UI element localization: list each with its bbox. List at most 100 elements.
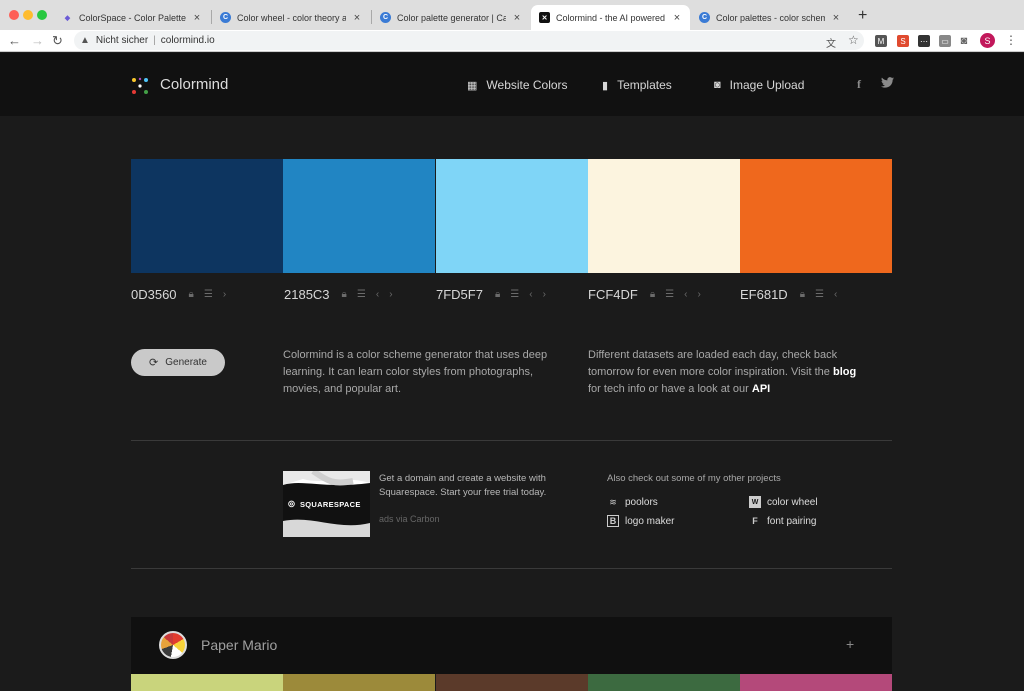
palette-swatch-5[interactable]	[740, 159, 892, 273]
swatch-controls-2: 2185C3 🔒︎ ☰ ‹ ›	[284, 285, 403, 303]
tab-close-icon[interactable]: ×	[831, 12, 841, 24]
datasets-text: Different datasets are loaded each day, …	[588, 347, 858, 398]
adjust-sliders-icon[interactable]: ☰	[815, 289, 824, 300]
adjust-sliders-icon[interactable]: ☰	[665, 289, 674, 300]
browser-tab[interactable]: C Color wheel - color theory and ×	[212, 5, 370, 30]
swatch-controls-3: 7FD5F7 🔒︎ ☰ ‹ ›	[436, 285, 556, 303]
refresh-icon: ⟳	[149, 357, 159, 369]
chevron-right-icon[interactable]: ›	[223, 289, 226, 300]
address-divider: |	[153, 35, 156, 46]
card-swatch-2[interactable]	[283, 674, 435, 691]
chevron-left-icon[interactable]: ‹	[834, 289, 837, 300]
address-bar[interactable]: ▲ Nicht sicher | colormind.io	[74, 31, 864, 50]
grid-icon: ▦	[467, 79, 478, 92]
profile-avatar[interactable]: S	[980, 33, 995, 48]
squarespace-ad-image[interactable]: ◎ SQUARESPACE	[283, 471, 370, 537]
card-swatch-3[interactable]	[436, 674, 588, 691]
browser-tab[interactable]: C Color palette generator | Canv ×	[372, 5, 530, 30]
lock-icon[interactable]: 🔒︎	[495, 289, 500, 300]
menu-kebab-icon[interactable]: ⋮	[1005, 33, 1017, 47]
hex-code[interactable]: FCF4DF	[588, 287, 638, 302]
card-swatch-1[interactable]	[131, 674, 283, 691]
chevron-left-icon[interactable]: ‹	[684, 289, 687, 300]
hex-code[interactable]: 2185C3	[284, 287, 330, 302]
nav-label: Website Colors	[486, 78, 568, 92]
nav-website-colors[interactable]: ▦ Website Colors	[467, 78, 568, 92]
chevron-right-icon[interactable]: ›	[389, 289, 392, 300]
warning-icon: ▲	[80, 35, 90, 46]
ad-text[interactable]: Get a domain and create a website with S…	[379, 472, 559, 500]
lock-icon[interactable]: 🔒︎	[342, 289, 347, 300]
project-font-pairing-link[interactable]: F font pairing	[749, 515, 816, 527]
tab-title: Color wheel - color theory and	[237, 12, 346, 23]
generate-button[interactable]: ⟳ Generate	[131, 349, 225, 376]
tab-close-icon[interactable]: ×	[512, 12, 522, 24]
adjust-sliders-icon[interactable]: ☰	[357, 289, 366, 300]
extension-monitor-icon[interactable]: ▭	[939, 35, 951, 47]
chevron-left-icon[interactable]: ‹	[529, 289, 532, 300]
facebook-icon[interactable]: f	[857, 77, 861, 92]
extension-dots-icon[interactable]: ⋯	[918, 35, 930, 47]
colormind-logo-icon[interactable]	[130, 76, 150, 96]
hex-code[interactable]: EF681D	[740, 287, 788, 302]
tab-close-icon[interactable]: ×	[192, 12, 202, 24]
project-label: color wheel	[767, 496, 818, 508]
card-swatch-4[interactable]	[588, 674, 740, 691]
browser-tab[interactable]: C Color palettes - color scheme ×	[691, 5, 849, 30]
browser-tab[interactable]: ◆ ColorSpace - Color Palettes Ge ×	[54, 5, 210, 30]
lock-icon[interactable]: 🔒︎	[800, 289, 805, 300]
browser-tab-active[interactable]: ✕ Colormind - the AI powered co ×	[531, 5, 690, 30]
project-label: poolors	[625, 496, 658, 508]
font-icon: F	[752, 516, 758, 526]
nav-image-upload[interactable]: ◙ Image Upload	[714, 78, 804, 92]
card-swatch-5[interactable]	[740, 674, 892, 691]
new-tab-button[interactable]: +	[858, 7, 867, 25]
puzzle-extensions-icon[interactable]	[960, 35, 972, 47]
reload-icon[interactable]: ↻	[52, 33, 63, 49]
projects-heading: Also check out some of my other projects	[607, 473, 781, 484]
window-zoom-button[interactable]	[37, 10, 47, 20]
logo-text[interactable]: Colormind	[160, 76, 228, 93]
project-color-wheel-link[interactable]: W color wheel	[749, 496, 818, 508]
stack-icon: ≋	[609, 496, 617, 507]
ads-via-carbon-link[interactable]: ads via Carbon	[379, 514, 440, 524]
palette-swatch-2[interactable]	[283, 159, 435, 273]
forward-arrow-icon[interactable]: →	[31, 33, 44, 48]
palette-card-title[interactable]: Paper Mario	[201, 637, 277, 653]
window-minimize-button[interactable]	[23, 10, 33, 20]
project-poolors-link[interactable]: ≋ poolors	[607, 496, 658, 508]
palette-swatch-3[interactable]	[436, 159, 588, 273]
nav-templates[interactable]: ▮ Templates	[602, 78, 672, 92]
blog-link[interactable]: blog	[833, 366, 856, 378]
tab-title: Colormind - the AI powered co	[556, 12, 666, 23]
hex-code[interactable]: 0D3560	[131, 287, 177, 302]
extension-m-icon[interactable]: M	[875, 35, 887, 47]
datasets-text-mid: for tech info or have a look at our	[588, 383, 749, 395]
adjust-sliders-icon[interactable]: ☰	[510, 289, 519, 300]
chevron-left-icon[interactable]: ‹	[376, 289, 379, 300]
tab-close-icon[interactable]: ×	[352, 12, 362, 24]
lock-icon[interactable]: 🔒︎	[189, 289, 194, 300]
hex-code[interactable]: 7FD5F7	[436, 287, 483, 302]
api-link[interactable]: API	[752, 383, 770, 395]
palette-swatch-4[interactable]	[588, 159, 740, 273]
translate-icon[interactable]: 文	[826, 35, 836, 50]
palette-swatch-1[interactable]	[131, 159, 283, 273]
window-close-button[interactable]	[9, 10, 19, 20]
adjust-sliders-icon[interactable]: ☰	[204, 289, 213, 300]
swatch-controls-4: FCF4DF 🔒︎ ☰ ‹ ›	[588, 285, 711, 303]
chevron-right-icon[interactable]: ›	[697, 289, 700, 300]
expand-plus-icon[interactable]: +	[846, 636, 854, 652]
divider	[131, 568, 892, 569]
chrome-favicon-icon: C	[380, 12, 391, 23]
twitter-icon[interactable]	[881, 77, 894, 91]
chrome-favicon-icon: C	[699, 12, 710, 23]
bookmark-star-icon[interactable]: ☆	[848, 33, 859, 47]
lock-icon[interactable]: 🔒︎	[650, 289, 655, 300]
datasets-text-pre: Different datasets are loaded each day, …	[588, 349, 838, 378]
extension-s-icon[interactable]: S	[897, 35, 909, 47]
chevron-right-icon[interactable]: ›	[543, 289, 546, 300]
tab-close-icon[interactable]: ×	[672, 12, 682, 24]
project-logo-maker-link[interactable]: B logo maker	[607, 515, 674, 527]
back-arrow-icon[interactable]: ←	[8, 33, 21, 48]
